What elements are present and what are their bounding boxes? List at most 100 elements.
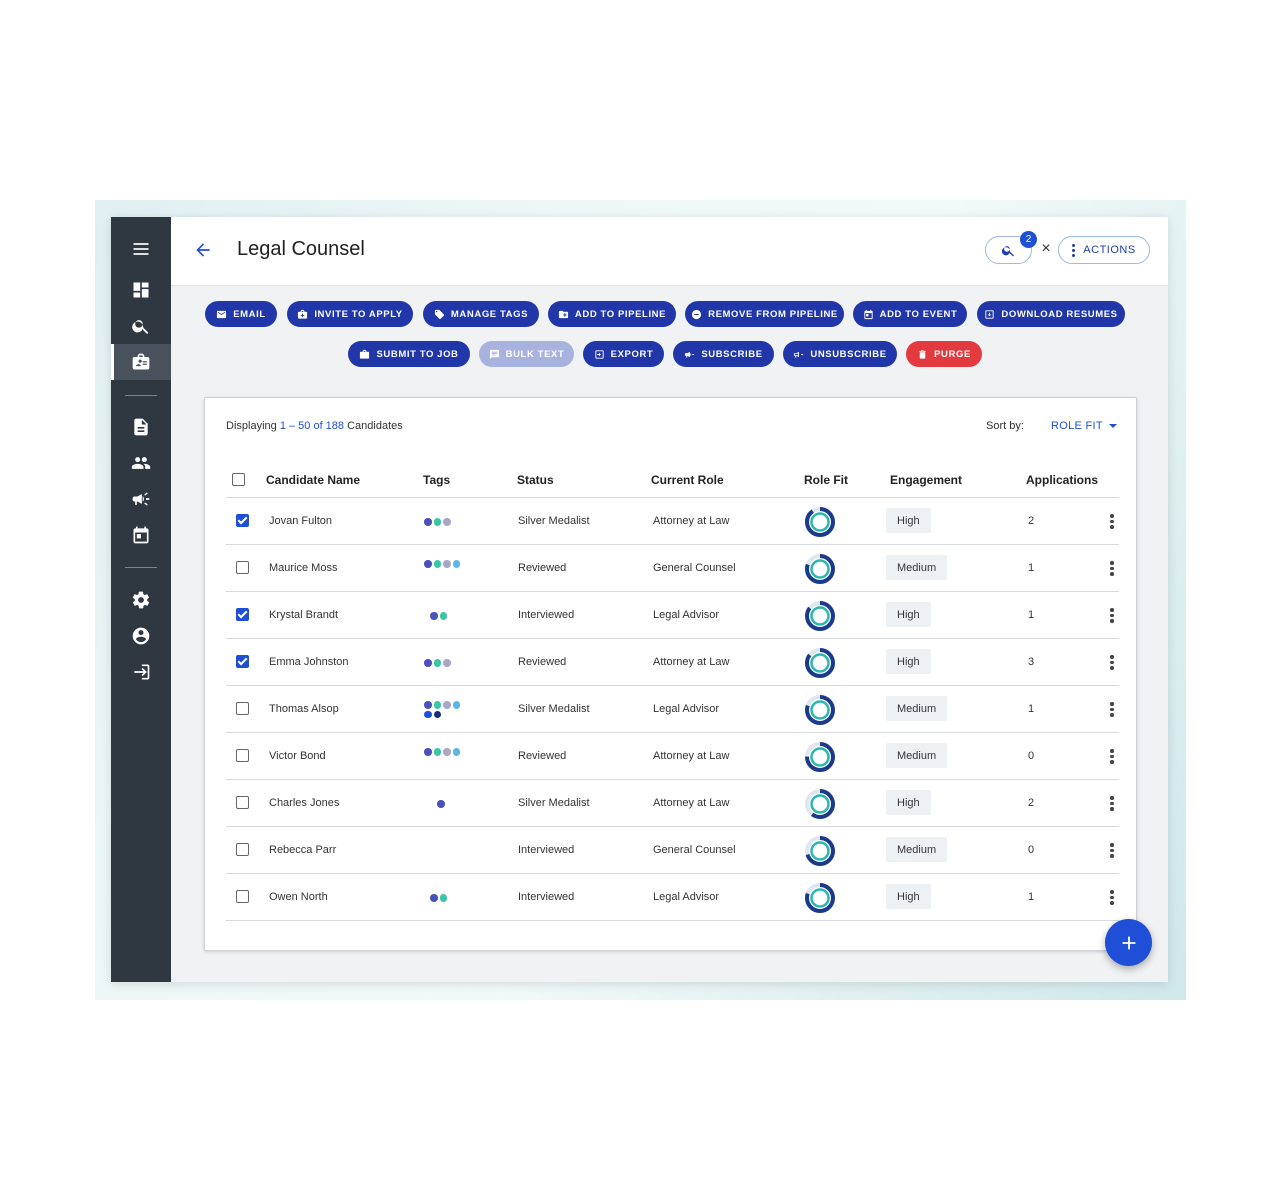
people-icon[interactable]: [111, 448, 171, 478]
tag-dot: [433, 518, 441, 526]
table-row[interactable]: Thomas Alsop Silver Medalist Legal Advisor…: [226, 686, 1119, 733]
candidate-tags[interactable]: [430, 894, 466, 902]
back-arrow-icon[interactable]: [193, 240, 217, 262]
row-checkbox[interactable]: [236, 702, 249, 715]
tag-dot: [452, 560, 460, 568]
download-resumes-button[interactable]: DOWNLOAD RESUMES: [977, 301, 1125, 327]
table-row[interactable]: Charles Jones Silver Medalist Attorney at …: [226, 780, 1119, 827]
row-checkbox[interactable]: [236, 890, 249, 903]
candidate-tags[interactable]: [430, 612, 466, 620]
select-all-checkbox[interactable]: [232, 473, 245, 486]
column-header-role[interactable]: Current Role: [651, 473, 724, 487]
plus-icon: [1122, 936, 1135, 949]
candidates-card: Displaying 1 – 50 of 188 Candidates Sort…: [204, 397, 1137, 951]
actions-button[interactable]: ACTIONS: [1058, 236, 1150, 264]
actions-label: ACTIONS: [1083, 244, 1136, 256]
candidate-tags[interactable]: [424, 518, 460, 526]
logout-icon[interactable]: [111, 657, 171, 687]
candidate-tags[interactable]: [424, 560, 460, 568]
candidate-tags[interactable]: [424, 659, 460, 667]
row-checkbox[interactable]: [236, 561, 249, 574]
candidate-tags[interactable]: [424, 748, 460, 756]
search-icon[interactable]: [111, 311, 171, 341]
candidate-name[interactable]: Owen North: [269, 891, 328, 903]
column-header-name[interactable]: Candidate Name: [266, 473, 360, 487]
add-to-event-button[interactable]: ADD TO EVENT: [853, 301, 967, 327]
table-row[interactable]: Rebecca Parr Interviewed General Counsel Me…: [226, 827, 1119, 874]
row-menu-icon[interactable]: [1110, 843, 1114, 858]
candidate-name[interactable]: Charles Jones: [269, 797, 339, 809]
row-checkbox[interactable]: [236, 655, 249, 668]
engagement-chip: High: [886, 508, 931, 533]
candidate-name[interactable]: Victor Bond: [269, 750, 326, 762]
document-icon[interactable]: [111, 412, 171, 442]
add-candidate-button[interactable]: [1105, 919, 1152, 966]
export-icon: [595, 349, 604, 359]
engagement-chip: Medium: [886, 555, 948, 580]
candidate-name[interactable]: Emma Johnston: [269, 656, 348, 668]
tag-dot: [433, 748, 441, 756]
row-menu-icon[interactable]: [1110, 796, 1114, 811]
table-row[interactable]: Emma Johnston Reviewed Attorney at Law High…: [226, 639, 1119, 686]
dashboard-icon[interactable]: [111, 275, 171, 305]
page-header: Legal Counsel 2 × ACTIONS: [171, 217, 1168, 286]
purge-button[interactable]: PURGE: [906, 341, 982, 367]
candidates-icon[interactable]: [111, 344, 171, 380]
event-icon: [863, 309, 873, 319]
clear-search-icon[interactable]: ×: [1039, 241, 1053, 257]
candidate-tags[interactable]: [424, 701, 460, 718]
row-checkbox[interactable]: [236, 608, 249, 621]
chevron-down-icon[interactable]: [1109, 424, 1117, 428]
candidate-name[interactable]: Rebecca Parr: [269, 844, 336, 856]
role-fit-inner-ring: [810, 653, 830, 673]
role-fit-donut: [805, 601, 835, 631]
column-header-role-fit[interactable]: Role Fit: [804, 473, 848, 487]
table-row[interactable]: Krystal Brandt Interviewed Legal Advisor Hi…: [226, 592, 1119, 639]
candidate-name[interactable]: Krystal Brandt: [269, 609, 338, 621]
table-row[interactable]: Jovan Fulton Silver Medalist Attorney at L…: [226, 498, 1119, 545]
email-button[interactable]: EMAIL: [205, 301, 277, 327]
manage-tags-button[interactable]: MANAGE TAGS: [423, 301, 539, 327]
row-checkbox[interactable]: [236, 796, 249, 809]
row-checkbox[interactable]: [236, 749, 249, 762]
gear-icon[interactable]: [111, 585, 171, 615]
column-header-applications[interactable]: Applications: [1026, 473, 1098, 487]
row-menu-icon[interactable]: [1110, 514, 1114, 529]
candidate-name[interactable]: Jovan Fulton: [269, 515, 332, 527]
column-header-status[interactable]: Status: [517, 473, 554, 487]
add-to-pipeline-button[interactable]: ADD TO PIPELINE: [548, 301, 676, 327]
invite-to-apply-button[interactable]: INVITE TO APPLY: [287, 301, 413, 327]
bulk-text-button[interactable]: BULK TEXT: [479, 341, 574, 367]
remove-from-pipeline-button[interactable]: REMOVE FROM PIPELINE: [685, 301, 844, 327]
row-menu-icon[interactable]: [1110, 702, 1114, 717]
column-header-engagement[interactable]: Engagement: [890, 473, 962, 487]
candidate-tags[interactable]: [437, 800, 473, 808]
calendar-icon[interactable]: [111, 520, 171, 550]
row-menu-icon[interactable]: [1110, 561, 1114, 576]
row-menu-icon[interactable]: [1110, 608, 1114, 623]
candidate-status: Reviewed: [518, 656, 567, 668]
table-row[interactable]: Maurice Moss Reviewed General Counsel Mediu…: [226, 545, 1119, 592]
row-menu-icon[interactable]: [1110, 890, 1114, 905]
row-menu-icon[interactable]: [1110, 655, 1114, 670]
account-icon[interactable]: [111, 621, 171, 651]
megaphone-icon[interactable]: [111, 484, 171, 514]
menu-icon[interactable]: [111, 234, 171, 264]
export-button[interactable]: EXPORT: [583, 341, 664, 367]
subscribe-button[interactable]: SUBSCRIBE: [673, 341, 774, 367]
row-menu-icon[interactable]: [1110, 749, 1114, 764]
row-checkbox[interactable]: [236, 843, 249, 856]
table-row[interactable]: Victor Bond Reviewed Attorney at Law Medium…: [226, 733, 1119, 780]
tag-dot: [424, 710, 432, 718]
candidate-name[interactable]: Thomas Alsop: [269, 703, 339, 715]
sort-select[interactable]: ROLE FIT: [1051, 420, 1103, 432]
candidate-status: Interviewed: [518, 844, 575, 856]
column-header-tags[interactable]: Tags: [423, 473, 450, 487]
submit-to-job-button[interactable]: SUBMIT TO JOB: [348, 341, 470, 367]
result-range-link[interactable]: 1 – 50 of 188: [280, 420, 344, 432]
sort-label: Sort by:: [986, 420, 1024, 432]
candidate-name[interactable]: Maurice Moss: [269, 562, 337, 574]
row-checkbox[interactable]: [236, 514, 249, 527]
unsubscribe-button[interactable]: UNSUBSCRIBE: [783, 341, 897, 367]
table-row[interactable]: Owen North Interviewed Legal Advisor High 1: [226, 874, 1119, 921]
